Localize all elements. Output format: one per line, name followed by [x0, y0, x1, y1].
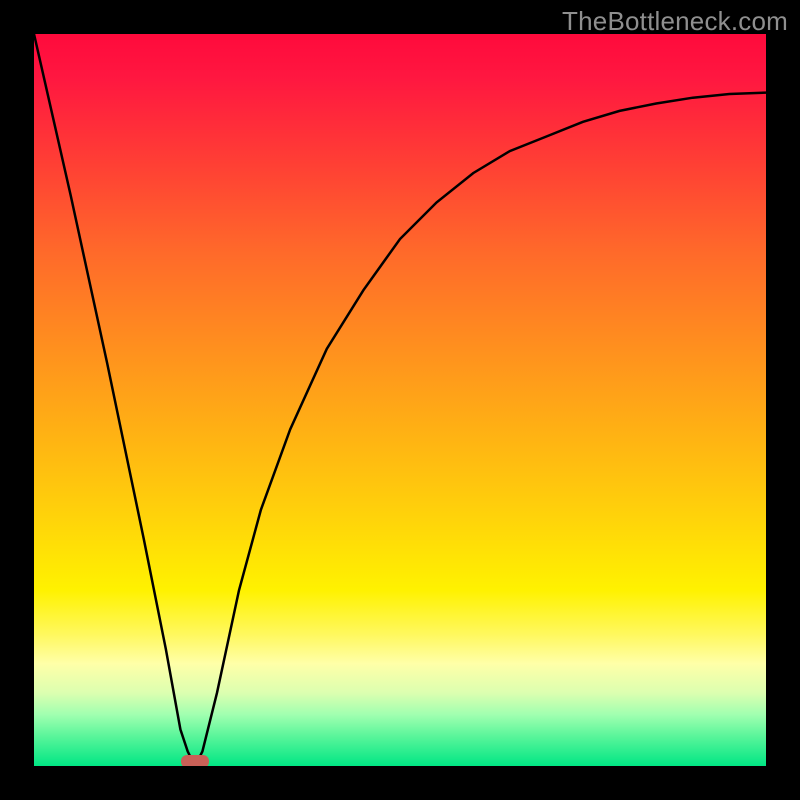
- watermark-text: TheBottleneck.com: [562, 6, 788, 37]
- optimum-marker: [181, 755, 209, 766]
- curve-layer: [34, 34, 766, 766]
- bottleneck-curve: [34, 34, 766, 766]
- plot-area: [34, 34, 766, 766]
- chart-container: TheBottleneck.com: [0, 0, 800, 800]
